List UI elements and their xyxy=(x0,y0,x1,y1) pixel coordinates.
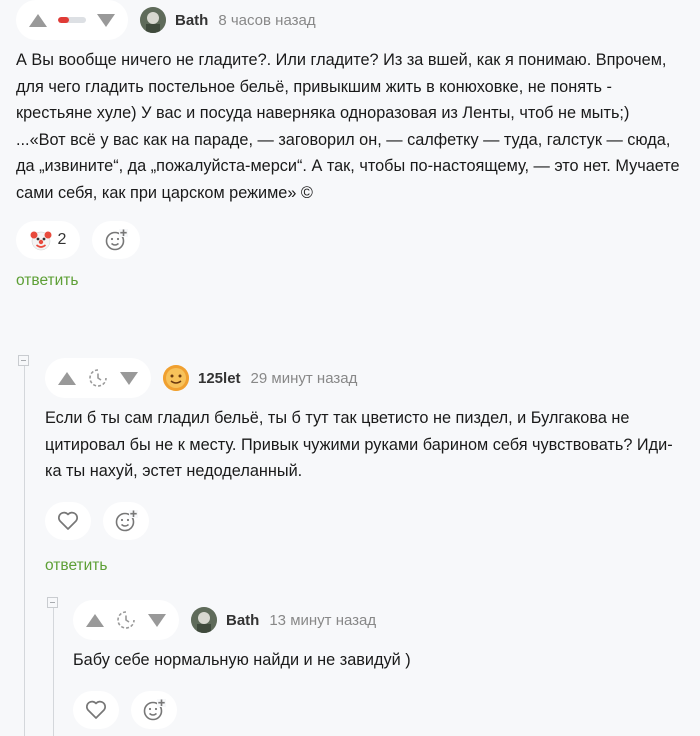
heart-icon xyxy=(86,700,106,719)
arrow-up-icon xyxy=(86,613,104,627)
add-reaction-icon xyxy=(105,229,128,251)
rating-bar xyxy=(58,17,86,23)
comment-paragraph: А Вы вообще ничего не гладите?. Или глад… xyxy=(16,51,667,122)
comment: 125let 29 минут назад Если б ты сам глад… xyxy=(45,358,685,575)
vote-down-button[interactable] xyxy=(145,608,169,632)
vote-bar xyxy=(16,0,128,40)
vote-up-button[interactable] xyxy=(26,8,50,32)
arrow-down-icon xyxy=(148,613,166,627)
reply-link[interactable]: ответить xyxy=(45,557,685,575)
like-button[interactable] xyxy=(73,690,119,729)
comment-text: А Вы вообще ничего не гладите?. Или глад… xyxy=(16,47,686,206)
comment-paragraph: Если б ты сам гладил бельё, ты б тут так… xyxy=(45,409,673,480)
comment-text: Бабу себе нормальную найди и не завидуй … xyxy=(73,647,685,674)
thread-line xyxy=(53,608,54,736)
comment-header: Bath 13 минут назад xyxy=(73,600,685,640)
vote-down-button[interactable] xyxy=(117,366,141,390)
add-reaction-icon xyxy=(143,698,166,720)
comment-actions xyxy=(73,690,685,729)
arrow-up-icon xyxy=(29,13,47,27)
like-button[interactable] xyxy=(45,501,91,540)
comment-header: 125let 29 минут назад xyxy=(45,358,685,398)
author-name[interactable]: 125let xyxy=(198,370,241,387)
clock-icon xyxy=(87,367,109,389)
clown-face-icon xyxy=(30,231,52,251)
reply-link[interactable]: ответить xyxy=(16,272,686,290)
avatar-image xyxy=(191,607,217,633)
comment-paragraph: ...«Вот всё у вас как на параде, — загов… xyxy=(16,130,680,202)
reaction-count: 2 xyxy=(57,231,67,248)
vote-bar xyxy=(73,600,179,640)
heart-icon xyxy=(58,511,78,530)
avatar[interactable] xyxy=(140,7,166,33)
add-reaction-icon xyxy=(115,509,138,531)
arrow-down-icon xyxy=(97,13,115,27)
vote-bar xyxy=(45,358,151,398)
comment-header: Bath 8 часов назад xyxy=(16,0,686,40)
avatar-image xyxy=(163,365,189,391)
comment: Bath 13 минут назад Бабу себе нормальную… xyxy=(73,600,685,729)
comment-time[interactable]: 8 часов назад xyxy=(218,12,315,29)
add-reaction-button[interactable] xyxy=(131,690,177,729)
comment-paragraph: Бабу себе нормальную найди и не завидуй … xyxy=(73,651,411,669)
avatar[interactable] xyxy=(163,365,189,391)
author-name[interactable]: Bath xyxy=(175,12,208,29)
vote-up-button[interactable] xyxy=(55,366,79,390)
collapse-thread-button[interactable] xyxy=(18,355,29,366)
clock-icon xyxy=(115,609,137,631)
arrow-up-icon xyxy=(58,371,76,385)
comment-actions xyxy=(45,501,685,540)
comment-time[interactable]: 13 минут назад xyxy=(269,612,376,629)
comment-text: Если б ты сам гладил бельё, ты б тут так… xyxy=(45,405,685,485)
vote-up-button[interactable] xyxy=(83,608,107,632)
add-reaction-button[interactable] xyxy=(92,221,140,259)
comment-actions: 2 xyxy=(16,221,686,259)
reaction-button[interactable]: 2 xyxy=(16,221,80,259)
arrow-down-icon xyxy=(120,371,138,385)
comment-time[interactable]: 29 минут назад xyxy=(251,370,358,387)
author-name[interactable]: Bath xyxy=(226,612,259,629)
collapse-thread-button[interactable] xyxy=(47,597,58,608)
avatar[interactable] xyxy=(191,607,217,633)
add-reaction-button[interactable] xyxy=(103,501,149,540)
thread-line xyxy=(24,366,25,736)
vote-down-button[interactable] xyxy=(94,8,118,32)
comment: Bath 8 часов назад А Вы вообще ничего не… xyxy=(16,0,686,290)
avatar-image xyxy=(140,7,166,33)
